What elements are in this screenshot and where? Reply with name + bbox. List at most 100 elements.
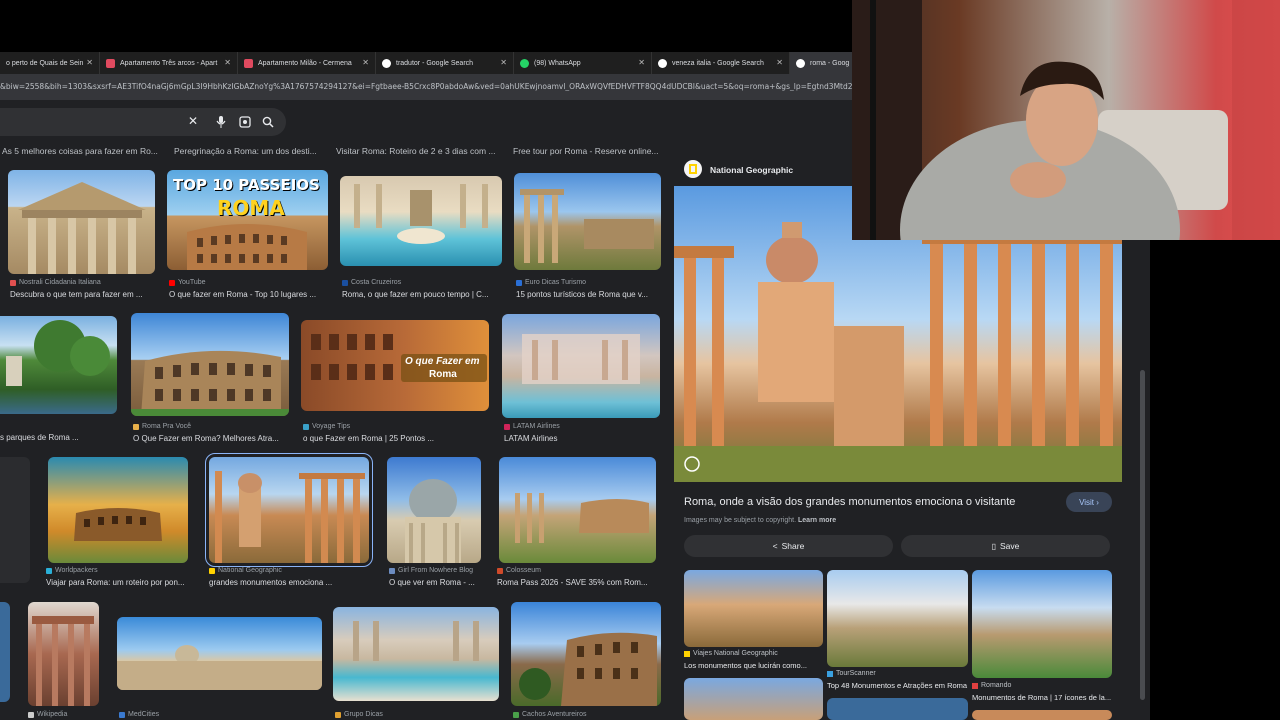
preview-source[interactable]: National Geographic bbox=[710, 165, 793, 175]
result-image-partial[interactable] bbox=[0, 602, 10, 702]
close-tab-icon[interactable]: ✕ bbox=[224, 58, 231, 67]
google-icon bbox=[658, 58, 667, 68]
result-source: Wikipedia bbox=[28, 711, 67, 718]
result-image-park[interactable] bbox=[0, 316, 117, 414]
result-title[interactable]: O que fazer em Roma - Top 10 lugares ... bbox=[169, 290, 316, 299]
close-tab-icon[interactable]: ✕ bbox=[362, 58, 369, 67]
result-source: Nostrali Cidadania Italiana bbox=[10, 279, 101, 286]
result-source: Costa Cruzeiros bbox=[342, 279, 401, 286]
tab-3[interactable]: Apartamento Milão - Cermena ✕ bbox=[238, 52, 376, 74]
related-title[interactable]: Top 48 Monumentos e Atrações em Roma bbox=[827, 681, 967, 690]
scrollbar-thumb[interactable] bbox=[1140, 370, 1145, 700]
save-button[interactable]: ▯ Save bbox=[901, 535, 1110, 557]
result-title[interactable]: LATAM Airlines bbox=[504, 434, 558, 443]
visit-button[interactable]: Visit › bbox=[1066, 492, 1112, 512]
result-source: Grupo Dicas bbox=[335, 711, 383, 718]
related-image[interactable] bbox=[827, 570, 968, 667]
result-image-latam[interactable] bbox=[502, 314, 660, 418]
result-title[interactable]: Viajar para Roma: um roteiro por pon... bbox=[46, 578, 185, 587]
tab-4[interactable]: tradutor - Google Search ✕ bbox=[376, 52, 514, 74]
related-image[interactable] bbox=[972, 710, 1112, 720]
close-tab-icon[interactable]: ✕ bbox=[86, 58, 93, 67]
close-tab-icon[interactable]: ✕ bbox=[776, 58, 783, 67]
tab-title: (98) WhatsApp bbox=[534, 59, 581, 67]
result-caption[interactable]: Free tour por Roma - Reserve online... bbox=[513, 146, 659, 156]
trevi-graphic bbox=[354, 184, 488, 244]
screen: o perto de Quais de Sein ✕ Apartamento Tr… bbox=[0, 0, 1280, 720]
colosseum-graphic bbox=[131, 350, 289, 416]
result-title[interactable]: Roma, o que fazer em pouco tempo | C... bbox=[342, 290, 489, 299]
related-image[interactable] bbox=[827, 698, 968, 720]
result-title[interactable]: s parques de Roma ... bbox=[0, 433, 79, 442]
forum-graphic bbox=[520, 189, 654, 263]
preview-title[interactable]: Roma, onde a visão dos grandes monumento… bbox=[684, 496, 1015, 508]
url-text[interactable]: &biw=2558&bih=1303&sxsrf=AE3TifO4naGj6mG… bbox=[0, 82, 860, 91]
related-image[interactable] bbox=[972, 570, 1112, 678]
forum-graphic bbox=[215, 471, 365, 563]
learn-more-link[interactable]: Learn more bbox=[798, 517, 836, 524]
result-title[interactable]: O que ver em Roma - ... bbox=[389, 578, 475, 587]
result-caption[interactable]: Visitar Roma: Roteiro de 2 e 3 dias com … bbox=[336, 146, 496, 156]
share-button[interactable]: < Share bbox=[684, 535, 893, 557]
result-source: National Geographic bbox=[209, 567, 282, 574]
share-icon: < bbox=[772, 541, 778, 551]
clear-search-icon[interactable]: ✕ bbox=[188, 114, 198, 128]
thumbnail-title: O que Fazer em bbox=[405, 356, 480, 367]
result-image-youtube[interactable]: TOP 10 PASSEIOS ROMA bbox=[167, 170, 328, 270]
related-image[interactable] bbox=[684, 678, 823, 720]
mic-icon[interactable] bbox=[216, 116, 226, 128]
result-title[interactable]: Descubra o que tem para fazer em ... bbox=[10, 290, 143, 299]
result-image-pantheon[interactable] bbox=[8, 170, 155, 274]
tab-6[interactable]: veneza italia - Google Search ✕ bbox=[652, 52, 790, 74]
colosseum-graphic bbox=[519, 632, 657, 706]
tab-title: roma - Goog bbox=[810, 59, 850, 67]
share-label: Share bbox=[781, 541, 805, 551]
webcam-overlay bbox=[852, 0, 1280, 240]
result-source: Cachos Aventureiros bbox=[513, 711, 586, 718]
tab-5[interactable]: (98) WhatsApp ✕ bbox=[514, 52, 652, 74]
result-title[interactable]: grandes monumentos emociona ... bbox=[209, 578, 332, 587]
google-icon bbox=[382, 58, 391, 68]
park-graphic bbox=[6, 320, 110, 386]
result-image-medcities[interactable] bbox=[117, 617, 322, 690]
result-title[interactable]: 15 pontos turísticos de Roma que v... bbox=[516, 290, 648, 299]
result-caption[interactable]: Peregrinação a Roma: um dos desti... bbox=[174, 146, 317, 156]
search-box[interactable]: ✕ bbox=[0, 108, 286, 136]
tab-7-active[interactable]: roma - Goog bbox=[790, 52, 860, 74]
thumbnail-subtitle: Roma bbox=[429, 369, 457, 380]
result-image-voyage-tips[interactable]: O que Fazer em Roma bbox=[301, 320, 489, 411]
tab-title: tradutor - Google Search bbox=[396, 59, 474, 67]
trevi-graphic bbox=[353, 621, 479, 661]
tab-1[interactable]: o perto de Quais de Sein ✕ bbox=[0, 52, 100, 74]
related-title[interactable]: Monumentos de Roma | 17 ícones de la... bbox=[972, 693, 1111, 702]
temple-graphic bbox=[32, 616, 94, 706]
result-image-partial[interactable] bbox=[0, 457, 30, 583]
tab-2[interactable]: Apartamento Três arcos - Apart ✕ bbox=[100, 52, 238, 74]
result-source: Girl From Nowhere Blog bbox=[389, 567, 473, 574]
result-title[interactable]: O Que Fazer em Roma? Melhores Atra... bbox=[133, 434, 279, 443]
result-source: LATAM Airlines bbox=[504, 423, 560, 430]
result-image-forum[interactable] bbox=[514, 173, 661, 270]
copyright-note: Images may be subject to copyright. Lear… bbox=[684, 517, 836, 524]
result-image-trevi[interactable] bbox=[340, 176, 502, 266]
related-title[interactable]: Los monumentos que lucirán como... bbox=[684, 661, 807, 670]
tab-title: o perto de Quais de Sein bbox=[6, 59, 84, 67]
lens-icon[interactable] bbox=[239, 116, 251, 128]
result-image-wikipedia[interactable] bbox=[28, 602, 99, 706]
result-caption[interactable]: As 5 melhores coisas para fazer em Ro... bbox=[2, 146, 158, 156]
result-image-grupo-dicas[interactable] bbox=[333, 607, 499, 701]
result-image-cachos[interactable] bbox=[511, 602, 661, 706]
close-tab-icon[interactable]: ✕ bbox=[500, 58, 507, 67]
result-image-colosseum[interactable] bbox=[131, 313, 289, 416]
related-image[interactable] bbox=[684, 570, 823, 647]
result-image-girl-from-nowhere[interactable] bbox=[387, 457, 481, 563]
result-title[interactable]: o que Fazer em Roma | 25 Pontos ... bbox=[303, 434, 434, 443]
search-icon[interactable] bbox=[262, 116, 274, 128]
close-tab-icon[interactable]: ✕ bbox=[638, 58, 645, 67]
result-image-worldpackers[interactable] bbox=[48, 457, 188, 563]
related-source: TourScanner bbox=[827, 670, 876, 677]
result-title[interactable]: Roma Pass 2026 - SAVE 35% com Rom... bbox=[497, 578, 648, 587]
copyright-text: Images may be subject to copyright. bbox=[684, 517, 797, 524]
result-image-natgeo-selected[interactable] bbox=[205, 453, 373, 567]
result-image-colosseum-pass[interactable] bbox=[499, 457, 656, 563]
